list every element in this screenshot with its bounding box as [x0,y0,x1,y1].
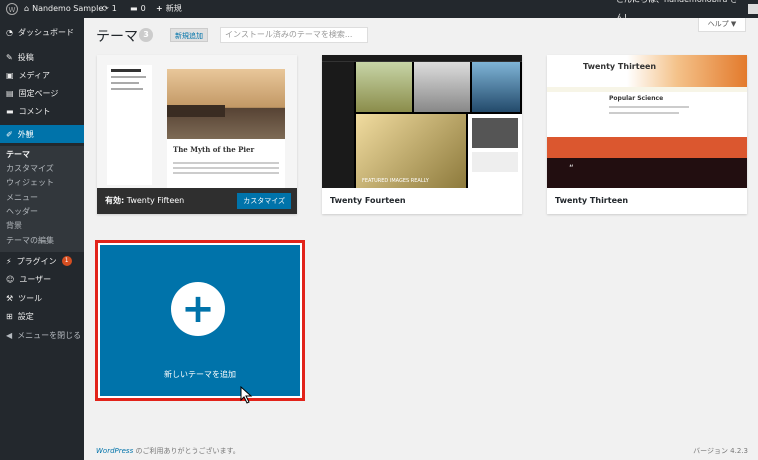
theme-name: Twenty Thirteen [555,196,629,205]
menu-label: コメント [18,106,51,116]
preview-post-title: The Myth of the Pier [173,145,255,154]
customize-button[interactable]: カスタマイズ [237,193,291,209]
main-content: ヘルプ ▼ テーマ 3 新規追加 インストール済みのテーマを検索... The … [84,18,758,460]
comment-icon: ▬ [130,4,138,13]
theme-card-twentyfifteen[interactable]: The Myth of the Pier 有効: Twenty Fifteen … [97,55,297,214]
menu-label: 設定 [17,311,34,321]
menu-tools[interactable]: ⚒ ツール [0,289,84,307]
footer-thanks: WordPress のご利用ありがとうございます。 [96,446,240,456]
menu-plugins[interactable]: ⚡ プラグイン 1 [0,252,84,270]
menu-comments[interactable]: ▬ コメント [0,102,84,120]
plus-icon: + [171,282,225,336]
menu-label: 外観 [17,129,34,139]
add-new-theme-label: 新しいテーマを追加 [164,370,236,379]
submenu-customize[interactable]: カスタマイズ [0,162,84,176]
active-label: 有効: [105,196,125,205]
menu-label: メニューを閉じる [17,330,82,340]
menu-dashboard[interactable]: ◔ ダッシュボード [0,23,84,41]
brush-icon: ✐ [6,129,13,139]
theme-name-bar: Twenty Thirteen [547,188,747,214]
menu-label: ツール [18,293,43,303]
menu-posts[interactable]: ✎ 投稿 [0,48,84,66]
submenu-header[interactable]: ヘッダー [0,205,84,219]
submenu-widgets[interactable]: ウィジェット [0,176,84,190]
submenu-editor[interactable]: テーマの編集 [0,234,84,248]
theme-name: Twenty Fifteen [126,196,185,205]
submenu-menus[interactable]: メニュー [0,191,84,205]
preview-post-title: Popular Science [609,95,664,102]
preview-site-title: Twenty Thirteen [583,62,657,71]
help-tab[interactable]: ヘルプ ▼ [698,18,746,32]
add-new-theme-panel[interactable]: + 新しいテーマを追加 [100,245,300,404]
theme-screenshot[interactable]: FEATURED IMAGES REALLY [322,55,522,188]
theme-card-twentythirteen[interactable]: Twenty Thirteen Popular Science “ Twenty… [547,55,747,214]
theme-name-bar: Twenty Fourteen [322,188,522,214]
comment-icon: ▬ [6,106,14,116]
admin-sidebar: ◔ ダッシュボード ✎ 投稿 ▣ メディア ▤ 固定ページ ▬ コメント ✐ 外観 テーマ … [0,18,84,460]
menu-label: ダッシュボード [17,27,74,37]
submenu-themes[interactable]: テーマ [0,148,84,162]
menu-label: プラグイン [16,256,57,266]
preview-caption: FEATURED IMAGES REALLY [362,178,429,184]
updates-count: 1 [111,4,117,13]
menu-appearance[interactable]: ✐ 外観 [0,125,84,143]
theme-screenshot[interactable]: The Myth of the Pier [97,55,297,188]
theme-card-twentyfourteen[interactable]: FEATURED IMAGES REALLY Twenty Fourteen [322,55,522,214]
collapse-icon: ◀ [6,330,13,340]
home-icon: ⌂ [24,4,30,13]
pin-icon: ✎ [6,52,13,62]
avatar [748,4,758,14]
menu-pages[interactable]: ▤ 固定ページ [0,84,84,102]
cursor-icon [240,386,253,404]
plus-icon: + [156,4,163,13]
comments-count: 0 [140,4,146,13]
updates-link[interactable]: ⟳ 1 [102,0,117,18]
preview-post: The Myth of the Pier [167,139,285,188]
menu-media[interactable]: ▣ メディア [0,66,84,84]
menu-settings[interactable]: ⊞ 設定 [0,307,84,325]
collapse-menu[interactable]: ◀ メニューを閉じる [0,326,84,344]
preview-image [167,69,285,139]
menu-label: 投稿 [17,52,34,62]
theme-count: 3 [139,28,153,42]
wrench-icon: ⚒ [6,293,14,303]
comments-link[interactable]: ▬ 0 [130,0,146,18]
theme-name-bar: 有効: Twenty Fifteen カスタマイズ [97,188,297,214]
plugin-icon: ⚡ [6,256,12,266]
page-title: テーマ [96,29,138,45]
site-name-link[interactable]: ⌂ Nandemo Sample [24,0,103,18]
preview-sidebar [107,65,152,185]
theme-search-input[interactable]: インストール済みのテーマを検索... [220,27,368,43]
refresh-icon: ⟳ [102,4,109,13]
theme-screenshot[interactable]: Twenty Thirteen Popular Science “ [547,55,747,188]
media-icon: ▣ [6,70,14,80]
menu-users[interactable]: ☺ ユーザー [0,270,84,288]
user-icon: ☺ [6,274,15,284]
plugin-update-badge: 1 [61,256,72,266]
dashboard-icon: ◔ [6,27,13,37]
menu-label: メディア [18,70,51,80]
menu-label: 固定ページ [18,88,59,98]
add-new-button[interactable]: 新規追加 [170,28,208,42]
page-icon: ▤ [6,88,14,98]
footer-version: バージョン 4.2.3 [693,447,748,455]
svg-text:W: W [9,6,16,14]
new-content-link[interactable]: + 新規 [156,0,182,18]
thanks-text: のご利用ありがとうございます。 [133,447,240,455]
menu-label: ユーザー [19,274,52,284]
site-name: Nandemo Sample [32,4,104,13]
wp-logo-icon[interactable]: W [6,0,18,18]
account-menu[interactable]: こんにちは、nandemonobiru さん! [616,0,758,22]
theme-name: Twenty Fourteen [330,196,406,205]
new-label: 新規 [165,4,182,13]
settings-icon: ⊞ [6,311,13,321]
wordpress-link[interactable]: WordPress [96,447,133,455]
submenu-background[interactable]: 背景 [0,219,84,233]
admin-bar: W ⌂ Nandemo Sample ⟳ 1 ▬ 0 + 新規 こんにちは、na… [0,0,758,22]
add-new-theme-card[interactable]: + 新しいテーマを追加 [95,240,305,404]
